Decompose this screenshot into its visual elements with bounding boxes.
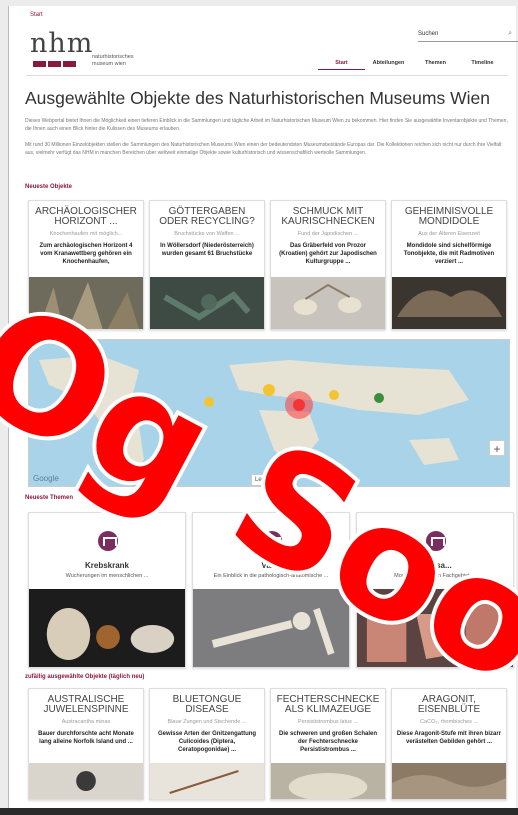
nhm-logo[interactable]: nhm naturhistorisches museum wien — [30, 30, 150, 72]
object-card[interactable]: Göttergaben oder Recycling? Bruchstücke … — [149, 200, 265, 330]
logo-letters: nhm — [30, 28, 94, 59]
logo-subtitle-line1: naturhistorisches — [92, 54, 134, 60]
map-legend[interactable]: Legende — [251, 474, 295, 486]
topic-card[interactable]: Varia Ein Einblick in die pathologisch-a… — [192, 512, 350, 668]
breadcrumb[interactable]: Start — [30, 12, 43, 18]
nav-abteilungen[interactable]: Abteilungen — [365, 60, 412, 70]
topic-subtitle: Moulagen aus dem Fachgebiet ... — [394, 573, 476, 579]
object-card[interactable]: Geheimnisvolle Mondidole Aus der Älteren… — [391, 200, 507, 330]
card-description: Bauer durchforschte acht Monate lang all… — [38, 731, 134, 745]
google-attribution: Google — [33, 474, 59, 483]
card-title: Australische Juwelenspinne — [43, 694, 129, 715]
card-title: Geheimnisvolle Mondidole — [404, 206, 494, 227]
newest-objects-row: Archäologischer Horizont ... Knochenhauf… — [28, 200, 507, 330]
newest-topics-row: Krebskrank Wucherungen im menschlichen .… — [28, 512, 514, 668]
object-card[interactable]: Archäologischer Horizont ... Knochenhauf… — [28, 200, 144, 330]
search-icon[interactable]: ⌕ — [508, 30, 512, 38]
logo-subtitle-line2: museum wien — [92, 61, 126, 67]
card-image — [271, 277, 385, 329]
topic-subtitle: Wucherungen im menschlichen ... — [65, 573, 149, 579]
topic-image — [193, 589, 349, 667]
card-description: Das Gräberfeld von Prozor (Kroatien) geh… — [279, 243, 377, 265]
object-card[interactable]: Fechterschnecke als Klimazeuge Persistis… — [270, 688, 386, 800]
card-description: Mondidole sind sichelförmige Tonobjekte,… — [403, 243, 495, 265]
topic-image — [357, 589, 513, 667]
museum-icon — [262, 531, 282, 551]
card-description: In Wöllersdorf (Niederösterreich) wurden… — [160, 243, 254, 257]
topic-card[interactable]: Hautsa... Moulagen aus dem Fachgebiet ..… — [356, 512, 514, 668]
intro-paragraph-1: Dieses Webportal bietet Ihnen die Möglic… — [25, 118, 508, 132]
world-map — [39, 355, 469, 480]
zoom-in-button[interactable]: + — [489, 440, 505, 456]
section-newest-topics: Neueste Themen — [25, 495, 74, 501]
museum-icon — [426, 531, 446, 551]
card-image — [29, 763, 143, 799]
search-label: Suchen — [418, 31, 439, 37]
objects-map[interactable]: Google Legende + — [28, 339, 510, 487]
random-objects-row: Australische Juwelenspinne Austracantha … — [28, 688, 507, 800]
section-random-objects: zufällig ausgewählte Objekte (täglich ne… — [25, 674, 145, 680]
object-card[interactable]: Bluetongue Disease Blaue Zungen und Stec… — [149, 688, 265, 800]
logo-subtitle: naturhistorisches museum wien — [92, 54, 134, 68]
card-image — [150, 277, 264, 329]
card-title: Bluetongue Disease — [172, 694, 242, 715]
screen-bezel — [0, 808, 518, 815]
main-nav: Start Abteilungen Themen Timeline — [318, 60, 506, 70]
object-card[interactable]: Australische Juwelenspinne Austracantha … — [28, 688, 144, 800]
card-title: Göttergaben oder Recycling? — [159, 206, 255, 227]
card-image — [29, 277, 143, 329]
card-title: Archäologischer Horizont ... — [35, 206, 137, 227]
card-description: Gewisse Arten der Gnitzengattung Culicoi… — [157, 731, 257, 753]
card-description: Diese Aragonit-Stufe mit ihren bizarr ve… — [396, 731, 502, 745]
card-title: Schmuck mit Kaurischnecken — [281, 206, 375, 227]
nav-timeline[interactable]: Timeline — [459, 60, 506, 70]
section-newest-objects: Neueste Objekte — [25, 184, 73, 190]
page-title: Ausgewählte Objekte des Naturhistorische… — [25, 88, 490, 108]
topic-title: Varia — [261, 561, 281, 570]
object-card[interactable]: Aragonit, Eisenblüte CaCO₃, rhombisches … — [391, 688, 507, 800]
card-description: Die schweren und großen Schalen der Fech… — [278, 731, 378, 753]
topic-card[interactable]: Krebskrank Wucherungen im menschlichen .… — [28, 512, 186, 668]
card-image — [392, 277, 506, 329]
topic-image — [29, 589, 185, 667]
card-image — [150, 763, 264, 799]
search-input[interactable]: Suchen ⌕ — [418, 28, 518, 42]
object-card[interactable]: Schmuck mit Kaurischnecken Fund der Japo… — [270, 200, 386, 330]
logo-bars — [33, 61, 76, 67]
museum-icon — [98, 531, 118, 551]
card-description: Zum archäologischen Horizont 4 vom Krana… — [39, 243, 133, 265]
card-title: Aragonit, Eisenblüte — [417, 694, 481, 715]
header-divider — [26, 75, 508, 76]
card-image — [271, 763, 385, 799]
nav-start[interactable]: Start — [318, 60, 365, 70]
nav-themen[interactable]: Themen — [412, 60, 459, 70]
topic-title: Krebskrank — [84, 561, 130, 570]
card-image — [392, 763, 506, 799]
card-title: Fechterschnecke als Klimazeuge — [276, 694, 380, 715]
topic-subtitle: Ein Einblick in die pathologisch-anatomi… — [213, 573, 329, 579]
intro-paragraph-2: Mit rund 30 Millionen Einzelobjekten ste… — [25, 142, 502, 156]
topic-title: Hautsa... — [418, 561, 452, 570]
